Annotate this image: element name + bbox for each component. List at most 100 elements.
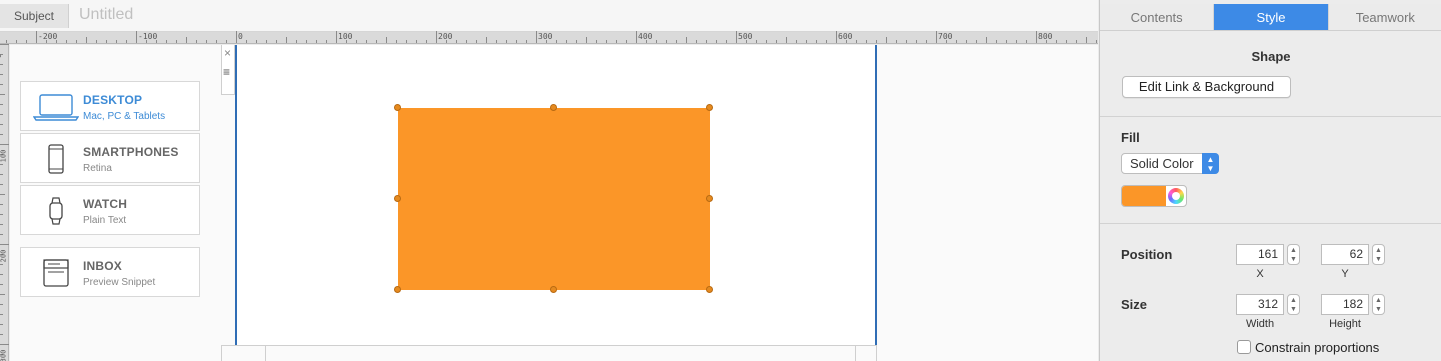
ruler-tick	[726, 40, 727, 43]
fill-label: Fill	[1121, 130, 1140, 145]
ruler-tick	[0, 84, 3, 85]
ruler-tick	[886, 37, 887, 43]
ruler-tick	[226, 40, 227, 43]
x-field[interactable]: 161	[1236, 244, 1284, 265]
color-wheel-icon[interactable]	[1168, 188, 1184, 204]
constrain-proportions-label[interactable]: Constrain proportions	[1255, 340, 1379, 355]
ruler-tick	[626, 40, 627, 43]
canvas-area: DESKTOP Mac, PC & Tablets SMARTPHONES Re…	[10, 45, 1098, 361]
resize-handle-bottom-right[interactable]	[706, 286, 713, 293]
ruler-tick	[206, 40, 207, 43]
width-label: Width	[1245, 318, 1275, 330]
y-field[interactable]: 62	[1321, 244, 1369, 265]
ruler-tick	[1076, 40, 1077, 43]
ruler-tick	[276, 40, 277, 43]
resize-handle-bottom[interactable]	[550, 286, 557, 293]
resize-handle-bottom-left[interactable]	[394, 286, 401, 293]
ruler-label: 100	[0, 149, 8, 163]
resize-handle-right[interactable]	[706, 195, 713, 202]
frame-side-tab: × ≡	[221, 45, 235, 95]
ruler-label: 0	[238, 32, 243, 41]
ruler-tick	[706, 40, 707, 43]
ruler-tick	[776, 40, 777, 43]
ruler-tick	[316, 40, 317, 43]
ruler-tick	[6, 40, 7, 43]
ruler-tick	[86, 37, 87, 43]
ruler-label: 200	[0, 249, 8, 263]
inspector-tabs: Contents Style Teamwork	[1100, 4, 1441, 31]
device-subtitle: Plain Text	[83, 215, 127, 226]
ruler-label: 200	[438, 32, 453, 41]
ruler-tick	[116, 40, 117, 43]
subject-bar: Subject Untitled	[0, 0, 1098, 32]
ruler-tick	[976, 40, 977, 43]
height-field[interactable]: 182	[1321, 294, 1369, 315]
ruler-tick	[826, 40, 827, 43]
ruler-tick	[906, 40, 907, 43]
device-inbox[interactable]: INBOX Preview Snippet	[20, 247, 200, 297]
width-stepper[interactable]: ▲ ▼	[1287, 294, 1300, 315]
ruler-tick	[306, 40, 307, 43]
tab-style[interactable]: Style	[1214, 4, 1329, 30]
ruler-tick	[176, 40, 177, 43]
ruler-tick	[0, 74, 3, 75]
resize-handle-left[interactable]	[394, 195, 401, 202]
resize-handle-top-right[interactable]	[706, 104, 713, 111]
ruler-tick	[76, 40, 77, 43]
device-subtitle: Mac, PC & Tablets	[83, 111, 166, 122]
y-label: Y	[1341, 268, 1349, 280]
tab-teamwork[interactable]: Teamwork	[1328, 4, 1441, 30]
ruler-tick	[536, 31, 537, 43]
subject-input[interactable]: Untitled	[79, 6, 133, 24]
ruler-tick	[36, 31, 37, 43]
device-watch[interactable]: WATCH Plain Text	[20, 185, 200, 235]
ruler-tick	[0, 64, 3, 65]
device-smartphones[interactable]: SMARTPHONES Retina	[20, 133, 200, 183]
ruler-tick	[566, 40, 567, 43]
x-stepper[interactable]: ▲ ▼	[1287, 244, 1300, 265]
orange-rectangle-shape[interactable]	[398, 108, 710, 290]
x-label: X	[1256, 268, 1264, 280]
ruler-tick	[126, 40, 127, 43]
ruler-tick	[0, 204, 3, 205]
ruler-tick	[1056, 40, 1057, 43]
ruler-tick	[986, 37, 987, 43]
ruler-tick	[736, 31, 737, 43]
resize-handle-top[interactable]	[550, 104, 557, 111]
ruler-tick	[0, 224, 3, 225]
height-label: Height	[1329, 318, 1361, 330]
ruler-tick	[106, 40, 107, 43]
ruler-tick	[196, 40, 197, 43]
ruler-tick	[676, 40, 677, 43]
ruler-tick	[756, 40, 757, 43]
edit-link-background-button[interactable]: Edit Link & Background	[1122, 76, 1291, 98]
constrain-proportions-checkbox[interactable]	[1237, 340, 1251, 354]
tab-contents[interactable]: Contents	[1100, 4, 1215, 30]
device-title: DESKTOP	[83, 93, 143, 107]
y-stepper[interactable]: ▲ ▼	[1372, 244, 1385, 265]
ruler-tick	[0, 284, 3, 285]
ruler-tick	[0, 274, 3, 275]
width-field[interactable]: 312	[1236, 294, 1284, 315]
size-label: Size	[1121, 297, 1148, 312]
resize-handle-top-left[interactable]	[394, 104, 401, 111]
fill-color-well[interactable]	[1121, 185, 1187, 207]
fill-type-select[interactable]: Solid Color ▲ ▼	[1121, 153, 1219, 174]
ruler-tick	[246, 40, 247, 43]
ruler-tick	[356, 40, 357, 43]
ruler-tick	[526, 40, 527, 43]
ruler-tick	[716, 40, 717, 43]
ruler-label: 300	[0, 349, 8, 361]
ruler-tick	[296, 40, 297, 43]
ruler-label: -100	[138, 32, 158, 41]
ruler-label: -200	[38, 32, 58, 41]
menu-icon[interactable]: ≡	[223, 65, 230, 79]
ruler-tick	[996, 40, 997, 43]
ruler-tick	[576, 40, 577, 43]
device-desktop[interactable]: DESKTOP Mac, PC & Tablets	[20, 81, 200, 131]
ruler-tick	[0, 174, 3, 175]
ruler-tick	[936, 31, 937, 43]
ruler-tick	[836, 31, 837, 43]
close-icon[interactable]: ×	[224, 46, 231, 60]
height-stepper[interactable]: ▲ ▼	[1372, 294, 1385, 315]
